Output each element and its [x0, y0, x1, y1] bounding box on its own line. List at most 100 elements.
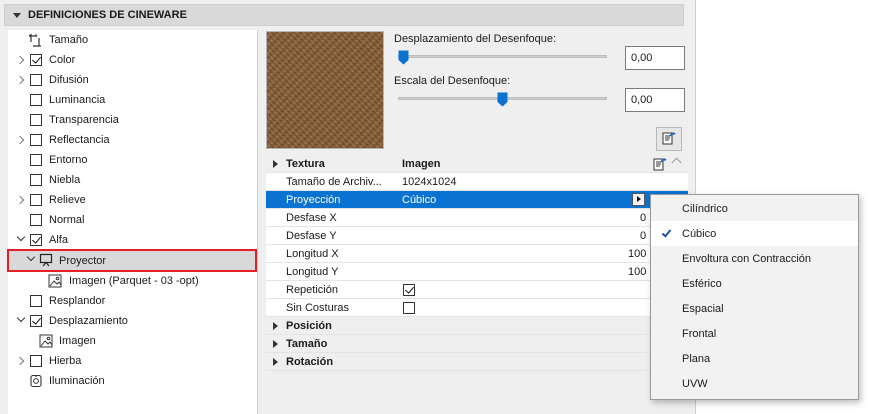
- tree-item-luminance[interactable]: Luminancia: [8, 90, 258, 110]
- property-row-offset-y[interactable]: Desfase Y 0: [266, 227, 688, 245]
- blur-offset-slider-thumb[interactable]: [398, 50, 409, 65]
- tree-item-displacement[interactable]: Desplazamiento: [8, 311, 258, 331]
- property-row-seamless[interactable]: Sin Costuras: [266, 299, 688, 317]
- repetition-checkbox[interactable]: [403, 284, 415, 296]
- collapse-triangle-icon[interactable]: [13, 12, 21, 18]
- expand-triangle-icon[interactable]: [273, 160, 278, 168]
- menu-item-cylindrical[interactable]: Cilíndrico: [651, 196, 858, 221]
- expand-triangle-icon[interactable]: [273, 340, 278, 348]
- chevron-right-icon[interactable]: [16, 195, 26, 205]
- relief-checkbox[interactable]: [30, 194, 42, 206]
- menu-item-cubic[interactable]: Cúbico: [651, 221, 858, 246]
- chevron-right-icon[interactable]: [16, 75, 26, 85]
- tree-item-environment[interactable]: Entorno: [8, 150, 258, 170]
- reflectance-checkbox[interactable]: [30, 134, 42, 146]
- grass-checkbox[interactable]: [30, 355, 42, 367]
- tree-item-grass[interactable]: Hierba: [8, 351, 258, 371]
- property-row-offset-x[interactable]: Desfase X 0: [266, 209, 688, 227]
- blur-offset-label: Desplazamiento del Desenfoque:: [394, 33, 557, 45]
- environment-checkbox[interactable]: [30, 154, 42, 166]
- property-value: 0: [640, 212, 647, 224]
- chevron-right-icon[interactable]: [16, 55, 26, 65]
- menu-item-spatial[interactable]: Espacial: [651, 296, 858, 321]
- load-texture-button[interactable]: [656, 127, 682, 151]
- tree-item-label: Proyector: [59, 254, 107, 267]
- tree-item-color[interactable]: Color: [8, 50, 258, 70]
- chevron-right-icon[interactable]: [16, 135, 26, 145]
- normal-checkbox[interactable]: [30, 214, 42, 226]
- luminance-checkbox[interactable]: [30, 94, 42, 106]
- tree-item-label: Relieve: [49, 194, 86, 206]
- blur-offset-slider-track[interactable]: [398, 55, 607, 58]
- property-name: Sin Costuras: [286, 302, 349, 314]
- menu-item-label: Envoltura con Contracción: [682, 252, 812, 265]
- group-name: Posición: [286, 320, 332, 332]
- blur-scale-slider-thumb[interactable]: [497, 92, 508, 107]
- tree-item-relief[interactable]: Relieve: [8, 190, 258, 210]
- menu-item-frontal[interactable]: Frontal: [651, 321, 858, 346]
- transparency-checkbox[interactable]: [30, 114, 42, 126]
- property-value: Cúbico: [402, 194, 437, 206]
- tree-item-label: Tamaño: [49, 34, 89, 46]
- tree-item-reflectance[interactable]: Reflectancia: [8, 130, 258, 150]
- rotation-group-row[interactable]: Rotación: [266, 353, 688, 371]
- projection-dropdown-button[interactable]: [632, 193, 645, 206]
- property-row-repetition[interactable]: Repetición: [266, 281, 688, 299]
- tree-item-fog[interactable]: Niebla: [8, 170, 258, 190]
- tree-item-label: Imagen: [59, 335, 96, 347]
- blur-scale-field[interactable]: 0,00: [625, 88, 685, 112]
- tree-item-alpha[interactable]: Alfa: [8, 230, 258, 250]
- size-group-row[interactable]: Tamaño: [266, 335, 688, 353]
- tree-item-image-parquet[interactable]: Imagen (Parquet - 03 -opt): [8, 271, 258, 291]
- channel-tree: Tamaño Color Difusión Luminancia Transpa…: [7, 30, 258, 414]
- section-header[interactable]: DEFINICIONES DE CINEWARE: [4, 4, 684, 26]
- tree-item-diffusion[interactable]: Difusión: [8, 70, 258, 90]
- menu-item-shrink-wrap[interactable]: Envoltura con Contracción: [651, 246, 858, 271]
- seamless-checkbox[interactable]: [403, 302, 415, 314]
- property-name: Desfase X: [286, 212, 337, 224]
- section-title: DEFINICIONES DE CINEWARE: [28, 9, 187, 21]
- fog-checkbox[interactable]: [30, 174, 42, 186]
- color-checkbox[interactable]: [30, 54, 42, 66]
- property-row-length-x[interactable]: Longitud X 100: [266, 245, 688, 263]
- blur-offset-field[interactable]: 0,00: [625, 46, 685, 70]
- chevron-right-icon[interactable]: [16, 356, 26, 366]
- menu-item-label: Frontal: [682, 327, 717, 340]
- tree-item-normal[interactable]: Normal: [8, 210, 258, 230]
- tree-item-image[interactable]: Imagen: [8, 331, 258, 351]
- tree-item-glow[interactable]: Resplandor: [8, 291, 258, 311]
- tree-item-label: Iluminación: [49, 375, 105, 387]
- glow-checkbox[interactable]: [30, 295, 42, 307]
- menu-item-flat[interactable]: Plana: [651, 346, 858, 371]
- chevron-down-icon[interactable]: [16, 234, 26, 244]
- diffusion-checkbox[interactable]: [30, 74, 42, 86]
- position-group-row[interactable]: Posición: [266, 317, 688, 335]
- tree-item-transparency[interactable]: Transparencia: [8, 110, 258, 130]
- chevron-down-icon[interactable]: [16, 315, 26, 325]
- checkmark-icon: [661, 227, 672, 238]
- alpha-checkbox[interactable]: [30, 234, 42, 246]
- projector-icon: [39, 253, 53, 267]
- menu-item-spherical[interactable]: Esférico: [651, 271, 858, 296]
- tree-item-lighting[interactable]: Iluminación: [8, 371, 258, 391]
- displacement-checkbox[interactable]: [30, 315, 42, 327]
- chevron-down-icon[interactable]: [26, 254, 36, 264]
- tree-item-projector[interactable]: Proyector: [7, 249, 257, 272]
- property-row-projection[interactable]: Proyección Cúbico: [266, 191, 688, 209]
- expand-triangle-icon[interactable]: [273, 322, 278, 330]
- property-name: Longitud Y: [286, 266, 339, 278]
- document-arrow-icon: [661, 130, 677, 149]
- property-row-file-size[interactable]: Tamaño de Archiv... 1024x1024: [266, 173, 688, 191]
- property-row-length-y[interactable]: Longitud Y 100: [266, 263, 688, 281]
- group-name: Rotación: [286, 356, 334, 368]
- tree-item-size[interactable]: Tamaño: [8, 30, 258, 50]
- property-name: Textura: [286, 158, 325, 170]
- property-value: 100: [628, 248, 647, 260]
- expand-triangle-icon[interactable]: [273, 358, 278, 366]
- chevron-up-icon[interactable]: [671, 157, 682, 168]
- texture-group-row[interactable]: Textura Imagen: [266, 155, 688, 173]
- tree-item-label: Hierba: [49, 355, 82, 367]
- menu-item-uvw[interactable]: UVW: [651, 371, 858, 396]
- projection-menu: Cilíndrico Cúbico Envoltura con Contracc…: [650, 194, 859, 400]
- menu-item-label: Cúbico: [682, 227, 717, 240]
